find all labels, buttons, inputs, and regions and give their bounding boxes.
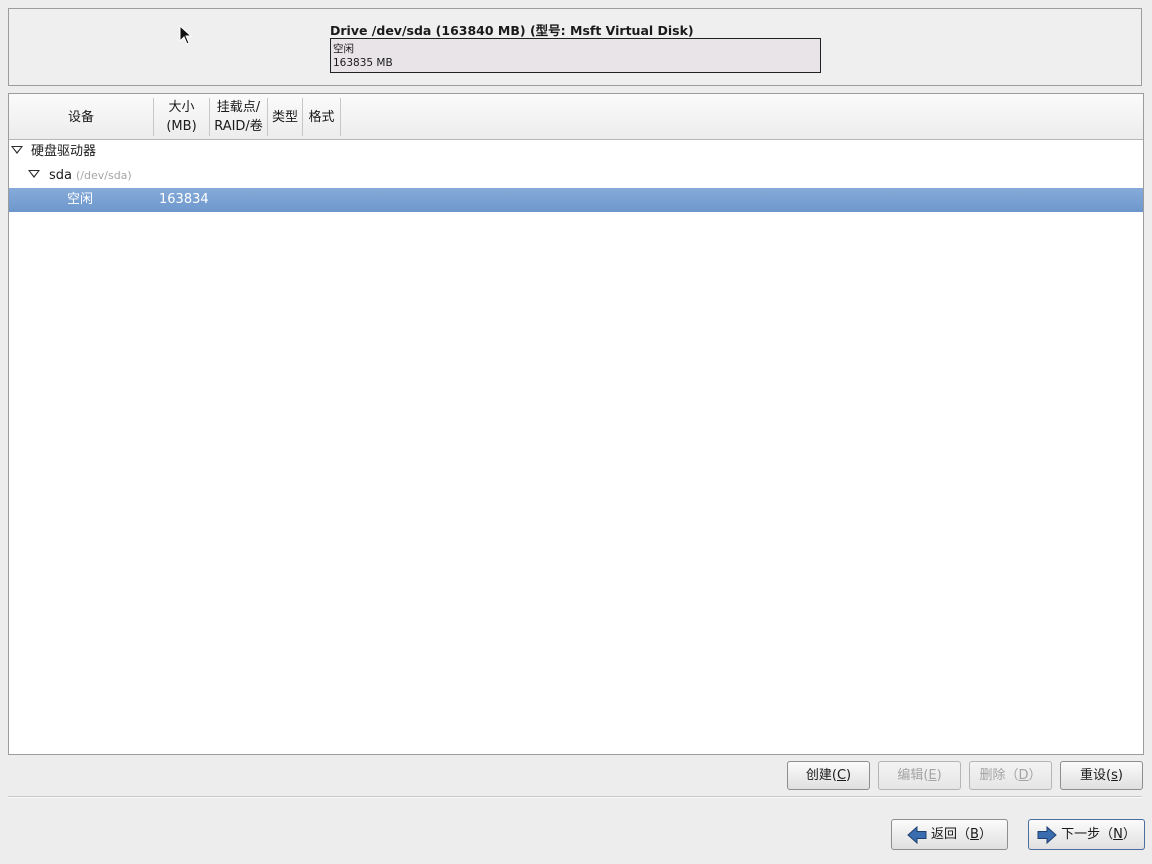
reset-mnemonic: s <box>1111 768 1118 783</box>
segment-size: 163835 MB <box>333 57 393 69</box>
expander-down-icon[interactable] <box>28 170 40 178</box>
next-label: 下一步（ <box>1061 827 1114 842</box>
reset-label: 重设( <box>1080 768 1112 783</box>
back-suffix: ） <box>978 827 992 842</box>
column-mountpoint[interactable]: 挂载点/ RAID/卷 <box>210 98 268 136</box>
back-label: 返回（ <box>931 827 971 842</box>
column-device-label: 设备 <box>67 109 94 125</box>
delete-suffix: ） <box>1028 768 1042 783</box>
column-type-label: 类型 <box>271 109 298 125</box>
drive-free-segment[interactable]: 空闲 163835 MB <box>330 38 821 73</box>
column-device[interactable]: 设备 <box>9 98 154 136</box>
column-size-label-2: (MB) <box>166 119 197 134</box>
create-suffix: ) <box>846 768 852 783</box>
next-suffix: ） <box>1122 827 1136 842</box>
edit-mnemonic: E <box>928 768 937 783</box>
reset-suffix: ) <box>1117 768 1123 783</box>
delete-button[interactable]: 删除（D） <box>969 761 1052 790</box>
column-size[interactable]: 大小 (MB) <box>154 98 210 136</box>
expander-down-icon[interactable] <box>11 146 23 154</box>
tree-row-free-space[interactable]: 空闲 163834 <box>9 188 1143 212</box>
row-label: sda <box>49 168 72 183</box>
arrow-right-icon <box>1037 825 1057 844</box>
row-size: 163834 <box>159 192 209 207</box>
create-button[interactable]: 创建(C) <box>787 761 870 790</box>
create-label: 创建( <box>805 768 837 783</box>
column-mountpoint-label-1: 挂载点/ <box>216 100 261 115</box>
segment-label: 空闲 <box>333 43 354 55</box>
mouse-cursor-icon <box>179 25 193 45</box>
column-size-label-1: 大小 <box>168 100 195 115</box>
row-label: 硬盘驱动器 <box>31 144 97 159</box>
arrow-left-icon <box>907 825 927 844</box>
partition-tree[interactable]: 设备 大小 (MB) 挂载点/ RAID/卷 类型 格式 硬盘驱动器 sda (… <box>8 93 1144 755</box>
back-mnemonic: B <box>970 827 979 842</box>
tree-header: 设备 大小 (MB) 挂载点/ RAID/卷 类型 格式 <box>9 94 1143 140</box>
column-format-label: 格式 <box>308 109 335 125</box>
tree-row-hard-drives[interactable]: 硬盘驱动器 <box>9 140 1143 164</box>
row-device-path: (/dev/sda) <box>76 169 132 182</box>
column-mountpoint-label-2: RAID/卷 <box>214 119 263 134</box>
drive-summary-panel: Drive /dev/sda (163840 MB) (型号: Msft Vir… <box>8 8 1142 86</box>
tree-row-sda[interactable]: sda (/dev/sda) <box>9 164 1143 188</box>
delete-label: 删除（ <box>979 768 1019 783</box>
delete-mnemonic: D <box>1018 768 1029 783</box>
back-button[interactable]: 返回（B） <box>891 819 1008 850</box>
next-button[interactable]: 下一步（N） <box>1028 819 1145 850</box>
reset-button[interactable]: 重设(s) <box>1060 761 1143 790</box>
column-type[interactable]: 类型 <box>268 98 303 136</box>
edit-button[interactable]: 编辑(E) <box>878 761 961 790</box>
row-label: 空闲 <box>67 192 94 207</box>
edit-suffix: ) <box>936 768 942 783</box>
next-mnemonic: N <box>1113 827 1123 842</box>
edit-label: 编辑( <box>897 768 929 783</box>
column-format[interactable]: 格式 <box>303 98 341 136</box>
create-mnemonic: C <box>836 768 847 783</box>
drive-title: Drive /dev/sda (163840 MB) (型号: Msft Vir… <box>330 23 694 38</box>
separator <box>8 796 1142 798</box>
